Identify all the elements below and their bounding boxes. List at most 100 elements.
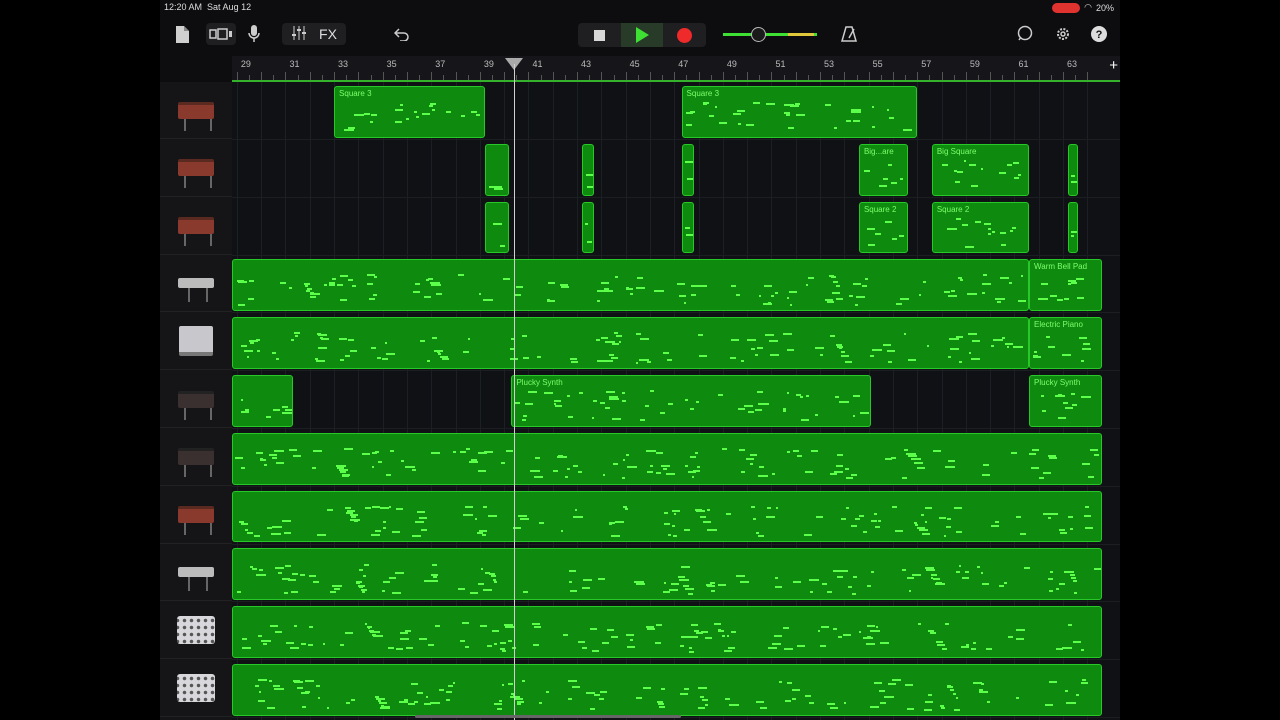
midi-note [871,571,874,574]
midi-note [329,591,336,594]
ruler-bar-number: 41 [532,59,543,69]
metronome-icon[interactable] [840,24,858,44]
midi-note [786,450,790,453]
midi-region[interactable]: Electric Piano [1029,317,1102,369]
midi-note [354,114,364,117]
loop-icon[interactable] [1015,24,1035,44]
midi-note [982,274,988,277]
midi-region[interactable] [232,490,1102,543]
midi-region[interactable] [232,432,1102,485]
midi-note [995,298,1005,301]
midi-region[interactable]: Square 3 [334,86,485,138]
midi-note [353,520,359,523]
midi-note [383,581,391,584]
midi-note [873,513,878,516]
document-icon[interactable] [174,24,190,44]
play-icon[interactable] [620,23,664,47]
midi-note [1080,682,1088,685]
midi-note [809,591,814,594]
midi-note [684,587,694,590]
master-volume-slider[interactable] [751,27,766,42]
horizontal-scrollbar[interactable] [415,715,681,718]
add-section-button[interactable]: + [1109,57,1118,74]
track-header[interactable] [160,429,232,486]
midi-region[interactable]: Plucky Synth [511,375,872,427]
midi-note [636,696,642,699]
track-header[interactable] [160,371,232,428]
midi-region[interactable]: Square 2 [858,201,908,254]
midi-note [907,707,914,710]
midi-note [805,283,808,286]
midi-note [371,465,375,468]
midi-region[interactable]: Big...are [858,143,908,196]
track-header[interactable] [160,255,232,313]
region-name: Warm Bell Pad [1034,262,1088,272]
midi-note [925,507,933,510]
midi-region[interactable] [232,548,1102,601]
record-icon[interactable] [663,23,706,47]
mixer-icon[interactable] [291,25,307,43]
view-toggle-icon[interactable] [206,23,236,45]
track-header[interactable] [160,198,232,255]
track-header[interactable] [160,140,232,197]
track-header[interactable] [160,313,232,371]
midi-note [904,684,914,687]
midi-region[interactable]: Plucky Synth [1029,375,1102,427]
midi-note [323,284,327,287]
track-header[interactable] [160,487,232,544]
midi-note [869,629,880,632]
midi-note [474,518,477,521]
midi-region[interactable] [581,143,595,196]
midi-region[interactable] [232,664,1102,716]
midi-region[interactable] [484,143,510,196]
midi-note [257,679,267,682]
midi-note [784,700,792,703]
midi-note [600,281,610,284]
midi-note [565,475,568,478]
midi-note [758,466,764,469]
midi-note [308,574,316,577]
midi-note [235,457,244,460]
midi-region[interactable]: Warm Bell Pad [1029,259,1102,312]
mic-icon[interactable] [246,23,262,45]
midi-region[interactable] [1067,201,1078,254]
midi-region[interactable] [232,259,1030,312]
midi-note [949,348,959,351]
midi-note [779,680,783,683]
midi-note [790,303,793,306]
track-header[interactable] [160,82,232,139]
midi-note [575,508,578,511]
midi-region[interactable] [681,143,694,196]
midi-region[interactable] [581,201,595,254]
help-icon[interactable]: ? [1089,24,1109,44]
midi-region[interactable]: Big Square [931,143,1030,196]
midi-note [431,563,438,566]
midi-note [726,512,731,515]
midi-note [394,571,404,574]
midi-note [743,405,753,408]
midi-region[interactable] [232,375,293,427]
midi-note [901,569,907,572]
timeline-ruler[interactable]: + 29 31 33 35 37 39 41 43 45 47 49 51 53 55 57 59 61 63 [232,56,1120,83]
ruler-tick [868,72,870,80]
midi-region[interactable]: Square 2 [931,201,1030,254]
stop-icon[interactable] [578,23,621,47]
midi-note [411,683,419,686]
midi-note [583,579,593,582]
midi-note [275,358,279,361]
midi-region[interactable] [232,317,1030,369]
undo-icon[interactable] [392,23,412,45]
midi-region[interactable] [484,201,510,254]
settings-icon[interactable] [1053,24,1073,44]
ruler-tick [1038,72,1040,80]
midi-note [863,169,870,172]
midi-region[interactable] [1067,143,1078,196]
track-header[interactable] [160,544,232,602]
midi-region[interactable] [232,606,1102,658]
midi-note [668,534,672,537]
midi-region[interactable] [681,201,694,254]
track-header[interactable] [160,602,232,660]
track-header[interactable] [160,660,232,717]
fx-button[interactable]: FX [319,26,337,42]
midi-region[interactable]: Square 3 [681,86,918,138]
